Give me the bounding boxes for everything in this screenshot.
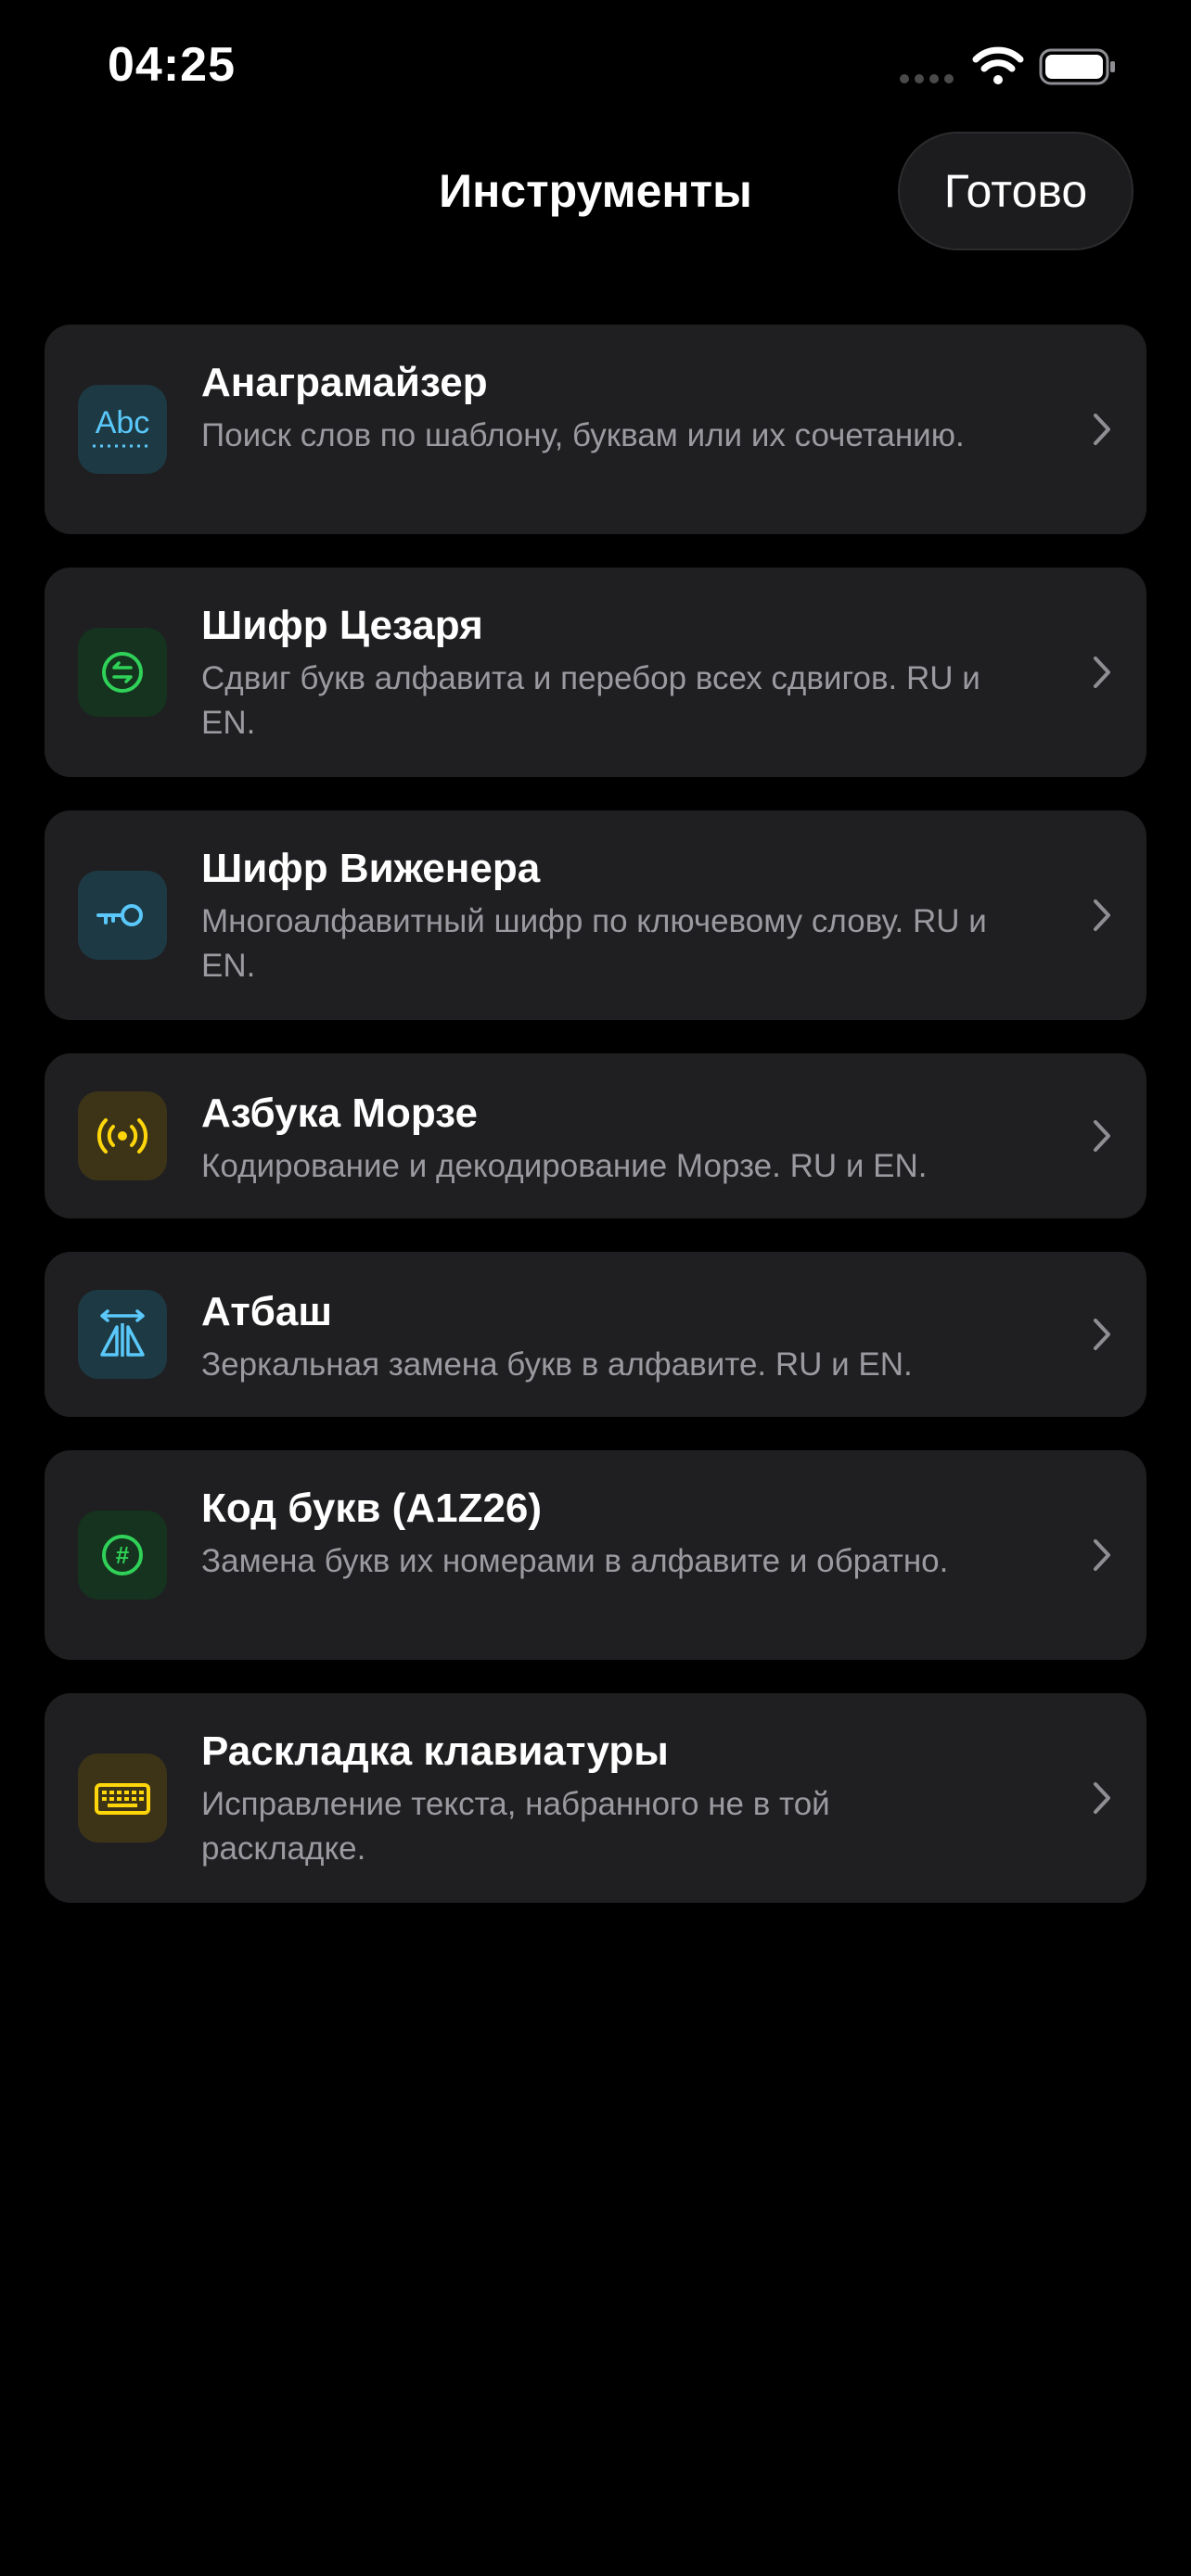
chevron-right-icon <box>1094 657 1110 688</box>
shift-circle-icon <box>78 628 167 717</box>
tool-description: Замена букв их номерами в алфавите и обр… <box>201 1543 949 1579</box>
tool-card-text: Атбаш Зеркальная замена букв в алфавите.… <box>201 1287 1017 1387</box>
tool-card-text: Раскладка клавиатуры Исправление текста,… <box>201 1727 1017 1871</box>
svg-text:Abc: Abc <box>96 405 150 440</box>
keyboard-icon <box>78 1753 167 1843</box>
tool-card-caesar-cipher[interactable]: Шифр Цезаря Сдвиг букв алфавита и перебо… <box>45 567 1146 777</box>
svg-text:#: # <box>116 1541 130 1569</box>
tool-card-keyboard-layout[interactable]: Раскладка клавиатуры Исправление текста,… <box>45 1693 1146 1903</box>
tool-description: Сдвиг букв алфавита и перебор всех сдвиг… <box>201 660 980 741</box>
tool-card-a1z26[interactable]: # Код букв (A1Z26) Замена букв их номера… <box>45 1450 1146 1660</box>
tool-title: Азбука Морзе <box>201 1090 478 1136</box>
mirror-icon <box>78 1290 167 1379</box>
tool-title: Код букв (A1Z26) <box>201 1486 543 1531</box>
chevron-right-icon <box>1094 1120 1110 1152</box>
key-icon <box>78 871 167 960</box>
tool-card-vigenere-cipher[interactable]: Шифр Виженера Многоалфавитный шифр по кл… <box>45 810 1146 1020</box>
tool-card-morse-code[interactable]: Азбука Морзе Кодирование и декодирование… <box>45 1053 1146 1218</box>
broadcast-icon <box>78 1091 167 1180</box>
battery-icon <box>1039 48 1115 85</box>
tool-card-text: Код букв (A1Z26) Замена букв их номерами… <box>201 1484 1017 1584</box>
tool-card-text: Шифр Виженера Многоалфавитный шифр по кл… <box>201 844 1017 988</box>
tool-title: Атбаш <box>201 1289 333 1334</box>
tool-description: Исправление текста, набранного не в той … <box>201 1786 830 1867</box>
tool-card-anagramizer[interactable]: Abc Анаграмайзер Поиск слов по шаблону, … <box>45 325 1146 534</box>
tool-title: Шифр Виженера <box>201 846 541 891</box>
tool-card-text: Анаграмайзер Поиск слов по шаблону, букв… <box>201 358 1017 458</box>
tool-title: Анаграмайзер <box>201 360 488 405</box>
chevron-right-icon <box>1094 1539 1110 1571</box>
tool-description: Зеркальная замена букв в алфавите. RU и … <box>201 1346 913 1383</box>
done-button[interactable]: Готово <box>898 132 1133 250</box>
wifi-icon <box>972 46 1024 84</box>
chevron-right-icon <box>1094 1319 1110 1350</box>
tool-description: Кодирование и декодирование Морзе. RU и … <box>201 1148 928 1184</box>
tool-card-text: Шифр Цезаря Сдвиг букв алфавита и перебо… <box>201 601 1017 746</box>
chevron-right-icon <box>1094 414 1110 445</box>
status-time: 04:25 <box>108 38 236 92</box>
navigation-bar: Инструменты Готово <box>0 130 1191 260</box>
tool-description: Поиск слов по шаблону, буквам или их соч… <box>201 417 965 453</box>
tool-card-text: Азбука Морзе Кодирование и декодирование… <box>201 1089 1017 1189</box>
chevron-right-icon <box>1094 899 1110 931</box>
tool-list: Abc Анаграмайзер Поиск слов по шаблону, … <box>45 325 1146 1936</box>
tool-description: Многоалфавитный шифр по ключевому слову.… <box>201 903 987 984</box>
cellular-signal-icon <box>900 74 954 83</box>
abc-icon: Abc <box>78 385 167 474</box>
tool-title: Раскладка клавиатуры <box>201 1728 669 1774</box>
tool-card-atbash[interactable]: Атбаш Зеркальная замена букв в алфавите.… <box>45 1252 1146 1417</box>
status-bar: 04:25 <box>0 0 1191 130</box>
number-sign-icon: # <box>78 1511 167 1600</box>
chevron-right-icon <box>1094 1782 1110 1814</box>
tool-title: Шифр Цезаря <box>201 603 483 648</box>
